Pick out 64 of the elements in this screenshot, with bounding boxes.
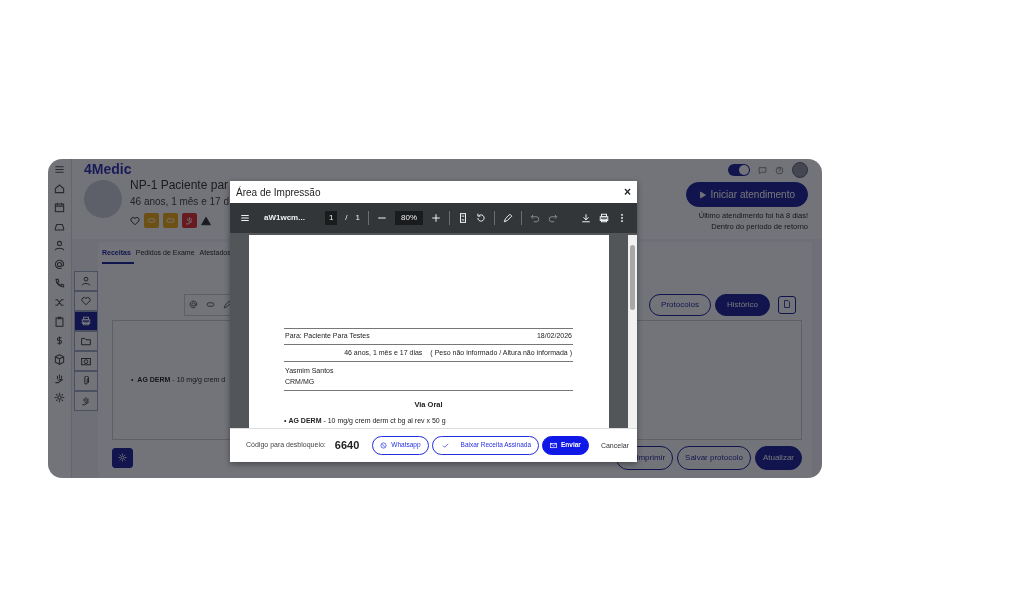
home-icon[interactable] (54, 183, 65, 194)
footer-button[interactable]: Salvar protocolo (677, 446, 751, 470)
annotate-icon[interactable] (503, 213, 514, 223)
pen-icon[interactable] (223, 299, 232, 309)
unlock-code: 6640 (334, 438, 360, 454)
settings-button[interactable] (112, 448, 133, 468)
close-button[interactable]: × (624, 186, 631, 198)
pdf-file-name: aW1wcm... (264, 212, 305, 224)
page-separator: / (345, 212, 348, 224)
side-tool-tab[interactable] (74, 291, 98, 311)
document-button[interactable] (778, 295, 796, 314)
calendar-icon[interactable] (54, 202, 65, 213)
cube-icon[interactable] (54, 354, 65, 365)
play-icon (698, 190, 707, 199)
person-icon (81, 276, 91, 286)
undo-icon[interactable] (530, 213, 541, 223)
chat-icon (758, 165, 767, 175)
person-icon[interactable] (54, 240, 65, 251)
download-icon[interactable] (581, 213, 591, 223)
fit-page-icon[interactable] (458, 213, 469, 223)
side-tool-tab[interactable] (74, 351, 98, 371)
shuffle-icon[interactable] (54, 297, 65, 308)
dollar-icon[interactable] (54, 335, 65, 346)
patient-name: NP-1 Paciente par (130, 177, 229, 194)
at-sign-icon[interactable] (54, 259, 65, 270)
scrollbar[interactable] (628, 235, 637, 428)
car-icon[interactable] (54, 221, 65, 232)
help-icon (775, 165, 784, 175)
list-button[interactable]: Protocolos (649, 293, 711, 316)
rotate-icon[interactable] (476, 213, 487, 223)
settings-icon[interactable] (54, 392, 65, 403)
side-tool-tab[interactable] (74, 331, 98, 351)
check-icon (441, 442, 449, 449)
user-avatar[interactable] (792, 162, 808, 178)
list-button[interactable]: Histórico (714, 293, 770, 316)
settings-icon (118, 453, 127, 463)
page-count: 1 (355, 212, 361, 224)
document-icon (783, 300, 791, 309)
app-logo: 4Medic (84, 162, 133, 176)
start-visit-button[interactable]: Iniciar atendimento (685, 182, 808, 207)
heart-icon (130, 215, 140, 226)
printer-icon (81, 316, 91, 326)
clipboard-icon[interactable] (54, 316, 65, 327)
side-tool-tab[interactable] (74, 371, 98, 391)
print-icon[interactable] (599, 213, 609, 223)
footer-button[interactable]: Atualizar (754, 446, 802, 470)
redo-icon[interactable] (548, 213, 559, 223)
side-tool-tab[interactable] (74, 271, 98, 291)
toggle-switch[interactable] (728, 164, 750, 176)
zoom-in-icon[interactable] (431, 213, 442, 223)
phone-icon[interactable] (54, 278, 65, 289)
mail-icon (550, 442, 558, 449)
page-number-field[interactable]: 1 (324, 211, 338, 225)
folder-icon (81, 336, 91, 346)
paperclip-icon (81, 376, 91, 386)
side-tool-tab[interactable] (74, 311, 98, 331)
zoom-field[interactable]: 80% (395, 211, 424, 225)
menu-icon[interactable] (240, 213, 250, 223)
patient-age: 46 anos, 1 mês e 17 d (130, 195, 229, 209)
warning-icon (201, 215, 211, 226)
side-tool-tab[interactable] (74, 391, 98, 411)
heartbeat-icon (81, 296, 91, 306)
camera-icon (81, 356, 91, 366)
dialog-title: Área de Impressão (236, 185, 321, 200)
